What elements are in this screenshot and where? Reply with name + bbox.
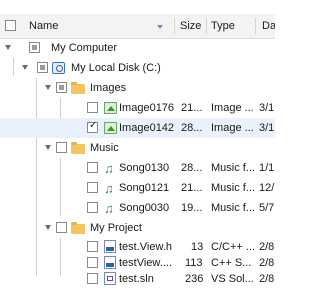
- music-icon: ♫: [104, 181, 114, 196]
- column-header-date[interactable]: Date: [262, 14, 275, 38]
- tree-row-project-folder[interactable]: My Project: [0, 218, 275, 238]
- row-checkbox[interactable]: [87, 162, 98, 173]
- tree-row-my-computer[interactable]: My Computer: [0, 38, 275, 58]
- row-name: Song0130: [119, 162, 170, 174]
- row-checkbox[interactable]: [87, 257, 98, 268]
- row-checkbox[interactable]: [87, 102, 98, 113]
- row-type: VS Sol...: [211, 273, 254, 285]
- row-name: Song0121: [119, 182, 170, 194]
- row-checkbox[interactable]: [56, 82, 67, 93]
- row-type: Image ...: [211, 122, 254, 134]
- column-divider[interactable]: [206, 18, 207, 34]
- row-name: Song0030: [119, 202, 170, 214]
- column-divider[interactable]: [174, 18, 175, 34]
- row-type: Music f...: [211, 162, 255, 174]
- disk-icon: [52, 62, 65, 74]
- sort-descending-icon: [157, 25, 163, 29]
- folder-icon: [71, 222, 85, 234]
- row-size: 21...: [181, 102, 203, 114]
- file-row[interactable]: ♫ Song0121 21... Music f... 12/: [0, 178, 275, 198]
- music-icon: ♫: [104, 161, 114, 176]
- row-checkbox[interactable]: [37, 62, 48, 73]
- column-header-name[interactable]: Name: [29, 14, 149, 38]
- row-date: 12/: [259, 182, 275, 194]
- file-row[interactable]: test.sln 236 VS Sol... 2/8: [0, 270, 275, 288]
- file-row[interactable]: ♫ Song0030 19... Music f... 5/7: [0, 198, 275, 218]
- row-name: test.sln: [119, 273, 154, 285]
- row-name: Image0176: [119, 102, 175, 114]
- solution-icon: [104, 272, 116, 285]
- file-row[interactable]: Image0176 21... Image ... 3/1: [0, 98, 275, 118]
- row-checkbox[interactable]: [29, 42, 40, 53]
- folder-icon: [71, 82, 85, 94]
- row-date: 1/1: [259, 162, 275, 174]
- tree-row-music-folder[interactable]: Music: [0, 138, 275, 158]
- row-type: Music f...: [211, 202, 255, 214]
- collapse-arrow-icon[interactable]: [45, 145, 51, 150]
- row-name: My Computer: [51, 42, 118, 54]
- row-checkbox[interactable]: [56, 222, 67, 233]
- cpp-header-icon: [104, 240, 116, 253]
- row-date: 3/1: [259, 122, 275, 134]
- row-checkbox[interactable]: [87, 202, 98, 213]
- row-type: Music f...: [211, 182, 255, 194]
- row-checkbox[interactable]: [87, 241, 98, 252]
- column-divider[interactable]: [255, 18, 256, 34]
- row-checkbox[interactable]: [56, 142, 67, 153]
- cpp-source-icon: [104, 256, 116, 269]
- collapse-arrow-icon[interactable]: [22, 65, 28, 70]
- column-header-bar: Name Size Type Date: [0, 14, 275, 39]
- collapse-arrow-icon[interactable]: [45, 225, 51, 230]
- file-row[interactable]: ♫ Song0130 28... Music f... 1/1: [0, 158, 275, 178]
- column-header-type[interactable]: Type: [211, 14, 251, 38]
- row-name: Music: [90, 142, 119, 154]
- row-date: 3/1: [259, 102, 275, 114]
- row-size: 28...: [181, 162, 203, 174]
- column-header-size[interactable]: Size: [180, 14, 206, 38]
- row-name: My Local Disk (C:): [71, 62, 161, 74]
- row-checkbox[interactable]: [87, 182, 98, 193]
- tree-row-images-folder[interactable]: Images: [0, 78, 275, 98]
- row-type: Image ...: [211, 102, 254, 114]
- tree-row-local-disk[interactable]: My Local Disk (C:): [0, 58, 275, 78]
- row-size: 21...: [181, 182, 203, 194]
- row-checkbox[interactable]: [87, 120, 98, 133]
- row-date: 5/7: [259, 202, 275, 214]
- music-icon: ♫: [104, 201, 114, 216]
- row-date: 2/8: [259, 273, 275, 285]
- collapse-arrow-icon[interactable]: [5, 45, 11, 50]
- image-icon: [104, 102, 117, 114]
- file-row[interactable]: Image0142 28... Image ... 3/1: [0, 118, 275, 138]
- collapse-arrow-icon[interactable]: [45, 85, 51, 90]
- row-name: Image0142: [119, 122, 175, 134]
- row-name: My Project: [90, 222, 142, 234]
- folder-icon: [71, 142, 85, 154]
- row-name: Images: [90, 82, 127, 94]
- image-icon: [104, 122, 117, 134]
- row-size: 19...: [181, 202, 203, 214]
- row-size: 236: [185, 273, 204, 285]
- select-all-checkbox[interactable]: [5, 20, 16, 31]
- row-size: 28...: [181, 122, 203, 134]
